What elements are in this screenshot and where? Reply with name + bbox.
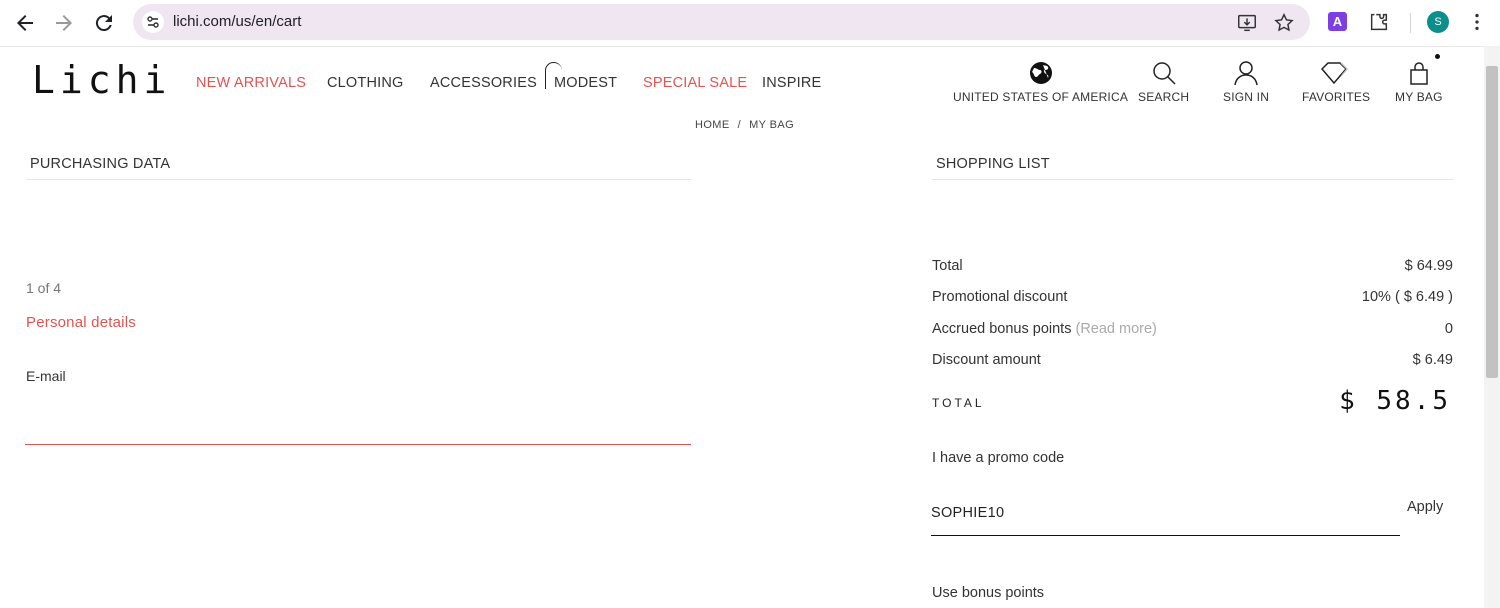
browser-menu-icon[interactable]: [1466, 11, 1488, 33]
breadcrumb-separator: /: [737, 119, 742, 131]
promo-code-field[interactable]: [931, 490, 1400, 536]
favorites-label: FAVORITES: [1302, 90, 1371, 104]
step-title: Personal details: [26, 314, 136, 331]
step-indicator: 1 of 4: [26, 280, 62, 296]
email-field[interactable]: [25, 390, 691, 445]
bookmark-star-icon[interactable]: [1273, 12, 1295, 34]
email-label: E-mail: [26, 368, 66, 384]
bag-icon: [1410, 62, 1428, 85]
globe-icon: [1029, 62, 1052, 84]
sign-in-button[interactable]: SIGN IN: [1223, 60, 1269, 104]
menu-inspire[interactable]: INSPIRE: [762, 75, 821, 91]
region-selector[interactable]: UNITED STATES OF AMERICA: [953, 60, 1128, 104]
promotional-discount-value: 10% ( $ 6.49 ): [1361, 289, 1453, 305]
bonus-points-value: 0: [1444, 321, 1453, 337]
purchasing-data-title: PURCHASING DATA: [30, 156, 171, 172]
sign-in-label: SIGN IN: [1223, 90, 1270, 104]
breadcrumb-current: MY BAG: [749, 119, 795, 131]
promotional-discount-label: Promotional discount: [932, 289, 1068, 305]
shopping-list-title: SHOPPING LIST: [936, 156, 1050, 172]
address-bar[interactable]: lichi.com/us/en/cart: [133, 4, 1310, 40]
user-icon: [1234, 61, 1258, 86]
apply-promo-button[interactable]: Apply: [1407, 499, 1443, 515]
breadcrumb: HOME / MY BAG: [695, 119, 798, 131]
promo-code-question[interactable]: I have a promo code: [932, 450, 1064, 466]
site-info-icon[interactable]: [141, 10, 165, 34]
discount-amount-label: Discount amount: [932, 352, 1041, 368]
back-icon[interactable]: [13, 11, 37, 35]
search-icon: [1152, 62, 1176, 85]
forward-icon[interactable]: [52, 11, 76, 35]
bonus-points-label: Accrued bonus points: [932, 321, 1072, 337]
install-app-icon[interactable]: [1236, 12, 1258, 34]
menu-modest[interactable]: MODEST: [554, 75, 617, 91]
bonus-points-row: Accrued bonus points (Read more): [932, 321, 1157, 337]
extensions-puzzle-icon[interactable]: [1368, 11, 1390, 33]
search-button[interactable]: SEARCH: [1138, 60, 1189, 104]
discount-amount-value: $ 6.49: [1412, 352, 1453, 368]
region-label: UNITED STATES OF AMERICA: [953, 90, 1129, 104]
menu-clothing[interactable]: CLOTHING: [327, 75, 404, 91]
scrollbar-thumb[interactable]: [1486, 66, 1498, 378]
url-text[interactable]: lichi.com/us/en/cart: [173, 13, 301, 30]
toolbar-divider: [1410, 13, 1411, 33]
use-bonus-points-label[interactable]: Use bonus points: [932, 585, 1044, 601]
search-label: SEARCH: [1138, 90, 1190, 104]
favorites-button[interactable]: FAVORITES: [1302, 60, 1370, 104]
my-bag-button[interactable]: MY BAG: [1395, 60, 1443, 104]
section-divider: [26, 179, 691, 180]
site-logo[interactable]: Lichi: [32, 58, 171, 102]
grand-total-value: $ 58.5: [1339, 386, 1451, 416]
breadcrumb-home[interactable]: HOME: [695, 119, 730, 131]
menu-special-sale[interactable]: SPECIAL SALE: [643, 75, 747, 91]
diamond-icon: [1321, 62, 1349, 85]
summary-total-value: $ 64.99: [1404, 258, 1453, 274]
bag-count-dot: [1435, 54, 1440, 59]
my-bag-label: MY BAG: [1395, 90, 1443, 104]
menu-accessories[interactable]: ACCESSORIES: [430, 75, 537, 91]
browser-toolbar: lichi.com/us/en/cart A S: [0, 0, 1500, 47]
reload-icon[interactable]: [92, 11, 116, 35]
read-more-link[interactable]: (Read more): [1075, 321, 1156, 337]
menu-new-arrivals[interactable]: NEW ARRIVALS: [196, 75, 306, 91]
grand-total-label: TOTAL: [932, 396, 985, 410]
summary-total-label: Total: [932, 258, 963, 274]
profile-avatar[interactable]: S: [1427, 11, 1449, 33]
section-divider: [932, 179, 1454, 180]
extension-a-icon[interactable]: A: [1328, 12, 1347, 31]
